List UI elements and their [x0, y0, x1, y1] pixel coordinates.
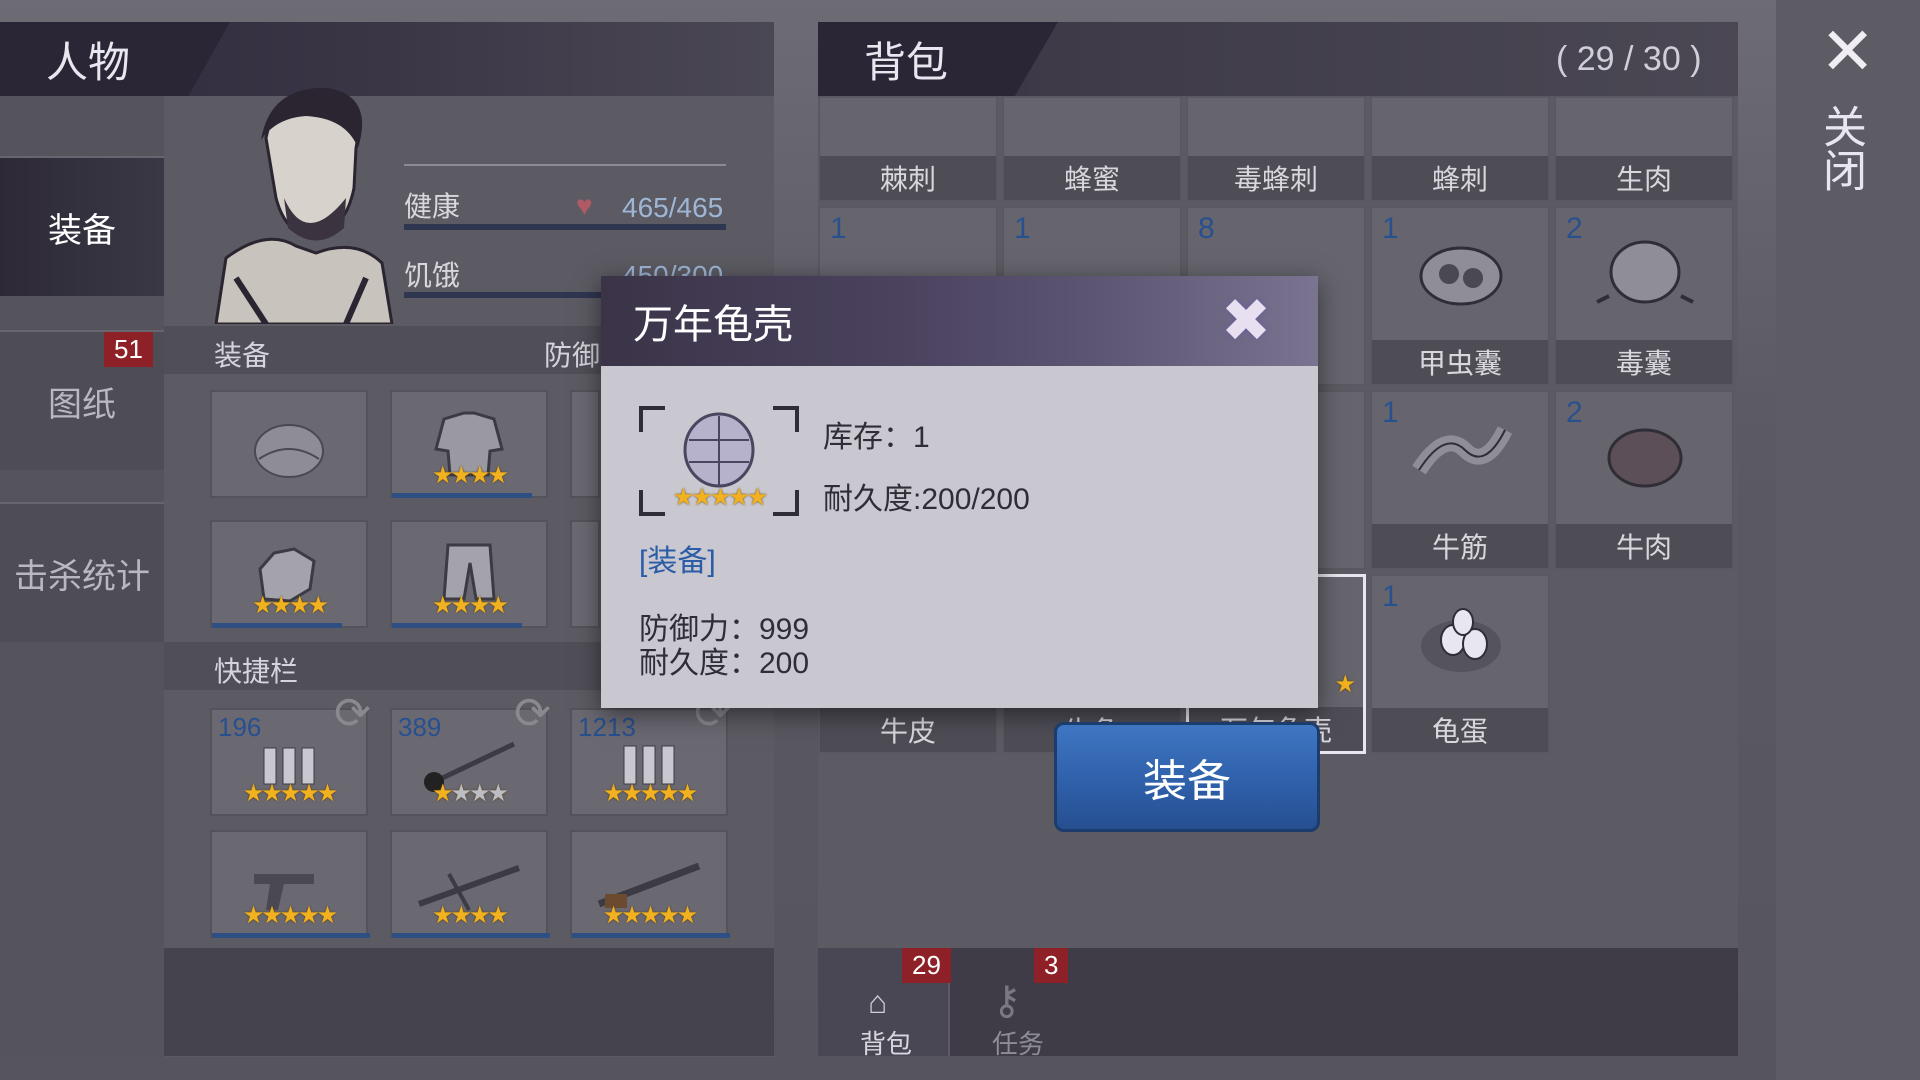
swap-icon[interactable]: ⟳	[334, 688, 371, 739]
heart-icon: ♥	[576, 190, 593, 221]
durability-stat: 耐久度：200	[639, 647, 810, 680]
tab-quests-label: 任务	[992, 1029, 1045, 1059]
bag-item[interactable]: 棘刺	[818, 96, 998, 202]
nav-kill-stats-label: 击杀统计	[14, 557, 150, 596]
nav-blueprints-label: 图纸	[48, 385, 116, 424]
item-name: 牛肉	[1556, 524, 1732, 568]
close-icon[interactable]: ✕	[1820, 18, 1875, 84]
equip-slot-partial-2[interactable]	[570, 520, 600, 628]
bag-item[interactable]: 生肉	[1554, 96, 1734, 202]
item-name: 甲虫囊	[1372, 340, 1548, 384]
bag-capacity: ( 29 / 30 )	[1556, 40, 1702, 78]
star-rating: ★★★★	[431, 462, 509, 489]
bag-tab-badge: 29	[902, 948, 951, 983]
bag-title: 背包	[864, 38, 949, 86]
bag-item[interactable]: 蜂刺	[1370, 96, 1550, 202]
star-rating: ★★★★★	[672, 484, 769, 511]
beef-icon	[1607, 428, 1683, 488]
nav-equipment-label: 装备	[48, 211, 116, 250]
swap-icon[interactable]: ⟳	[514, 688, 551, 739]
star-rating: ★★★★★	[242, 902, 339, 929]
star-rating: ★★★★★	[242, 780, 339, 807]
game-screen: 人物 装备 图纸 51 击杀统计 健康 ♥ 465/465 饥饿 450/300…	[0, 0, 1920, 1080]
health-bar	[404, 224, 726, 230]
item-name: 毒囊	[1556, 340, 1732, 384]
stock-text: 库存：1	[823, 421, 930, 454]
tab-quests[interactable]: 3 ⚷ 任务	[950, 948, 1082, 1059]
item-count: 2	[1566, 212, 1583, 245]
star-rating: ★★★★	[431, 592, 509, 619]
turtle-shell-icon	[683, 412, 755, 488]
character-title: 人物	[46, 38, 131, 86]
item-name: 生肉	[1556, 156, 1732, 200]
item-detail-modal: 万年龟壳 ✖ ★★★★★ 库存：1 耐久度:200/200 [装备] 防御力：9…	[601, 276, 1318, 708]
item-name: 牛筋	[1372, 524, 1548, 568]
equip-slot-legs[interactable]: ★★★★	[390, 520, 548, 628]
item-count: 1	[1014, 212, 1031, 245]
star-rating: ★★★★★	[602, 780, 699, 807]
item-name: 蜂刺	[1372, 156, 1548, 200]
equip-slot-body[interactable]: ★★★★	[390, 390, 548, 498]
quickbar-label: 快捷栏	[214, 656, 299, 687]
poison-sac-icon	[1596, 240, 1694, 304]
modal-close-icon[interactable]: ✖	[1211, 286, 1281, 356]
quickbar-slot-6[interactable]: ★★★★★	[570, 830, 730, 938]
item-name: 蜂蜜	[1004, 156, 1180, 200]
quickbar-slot-4[interactable]: ★★★★★	[210, 830, 370, 938]
equip-slot-head[interactable]	[210, 390, 368, 498]
bag-item-beetle-sac[interactable]: 1 甲虫囊	[1370, 206, 1550, 386]
close-label[interactable]: 关闭	[1816, 104, 1872, 192]
turtle-egg-icon	[1421, 608, 1501, 672]
quickbar-slot-5[interactable]: ★★★★	[390, 830, 550, 938]
character-portrait	[206, 78, 396, 326]
hunger-label: 饥饿	[404, 260, 461, 291]
tab-bag[interactable]: 29 ⌂ 背包	[818, 948, 951, 1059]
bag-item-beef[interactable]: 2 牛肉	[1554, 390, 1734, 570]
item-name: 牛皮	[820, 708, 996, 752]
equip-slot-gloves[interactable]: ★★★★	[210, 520, 368, 628]
bag-item[interactable]: 蜂蜜	[1002, 96, 1182, 202]
blueprints-badge: 51	[104, 332, 153, 367]
modal-item-frame: ★★★★★	[639, 406, 799, 516]
durability-text: 耐久度:200/200	[823, 483, 1030, 516]
defense-section-label: 防御	[544, 340, 601, 371]
item-count: 8	[1198, 212, 1215, 245]
item-count: 389	[398, 712, 442, 742]
health-value: 465/465	[622, 192, 724, 223]
nav-kill-stats[interactable]: 击杀统计	[0, 502, 164, 642]
backpack-icon: ⌂	[868, 984, 888, 1020]
equip-slot-partial[interactable]	[570, 390, 600, 498]
health-label: 健康	[404, 191, 461, 222]
nav-equipment[interactable]: 装备	[0, 156, 164, 296]
bag-item-poison-sac[interactable]: 2 毒囊	[1554, 206, 1734, 386]
equip-section-label: 装备	[214, 340, 271, 371]
tab-bag-label: 背包	[860, 1029, 913, 1059]
item-count: 1	[1382, 396, 1399, 429]
star-rating: ★★★★	[431, 780, 509, 807]
star-rating: ★★★★★	[602, 902, 699, 929]
beetle-sac-icon	[1419, 246, 1503, 306]
item-count: 2	[1566, 396, 1583, 429]
item-count: 196	[218, 712, 262, 742]
item-count: 1	[830, 212, 847, 245]
item-count: 1	[1382, 212, 1399, 245]
item-count: 1213	[578, 712, 636, 742]
equip-button[interactable]: 装备	[1054, 722, 1320, 832]
quests-tab-badge: 3	[1034, 948, 1069, 983]
item-name: 棘刺	[820, 156, 996, 200]
modal-title: 万年龟壳	[633, 303, 793, 347]
bag-item-turtle-egg[interactable]: 1 龟蛋	[1370, 574, 1550, 754]
bag-item[interactable]: 毒蜂刺	[1186, 96, 1366, 202]
equip-tag: [装备]	[639, 545, 716, 578]
key-icon: ⚷	[992, 979, 1022, 1023]
bag-item-tendon[interactable]: 1 牛筋	[1370, 390, 1550, 570]
item-name: 毒蜂刺	[1188, 156, 1364, 200]
item-name: 龟蛋	[1372, 708, 1548, 752]
star-rating: ★★★★	[431, 902, 509, 929]
item-count: 1	[1382, 580, 1399, 613]
star-rating: ★★★★	[251, 592, 329, 619]
tendon-icon	[1412, 426, 1513, 475]
